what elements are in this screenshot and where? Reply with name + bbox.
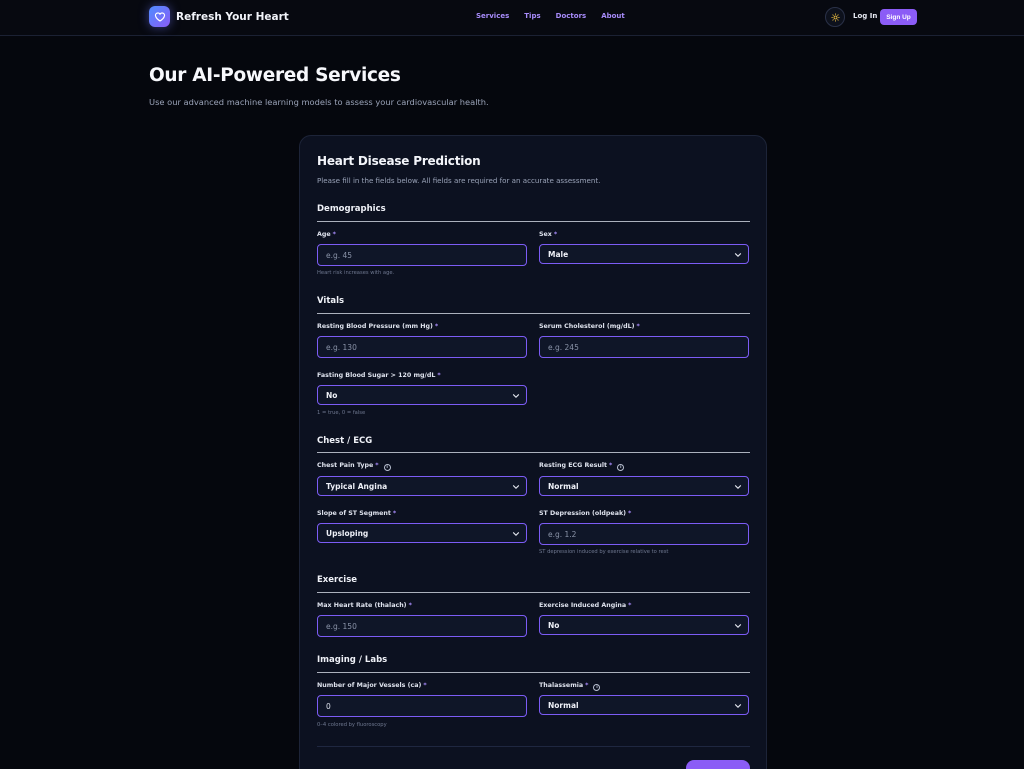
- blood-pressure-input[interactable]: [317, 336, 527, 358]
- fbs-label: Fasting Blood Sugar > 120 mg/dL *: [317, 372, 441, 379]
- section-demographics: Demographics: [317, 204, 386, 214]
- heart-logo-icon: [149, 6, 170, 27]
- top-nav: Refresh Your Heart Services Tips Doctors…: [0, 0, 1024, 36]
- chevron-down-icon: [734, 253, 742, 257]
- sex-select[interactable]: Male: [539, 244, 749, 264]
- brand[interactable]: Refresh Your Heart: [149, 6, 289, 27]
- resting-ecg-select[interactable]: Normal: [539, 476, 749, 496]
- section-exercise: Exercise: [317, 575, 358, 585]
- age-help-text: Heart risk increases with age.: [317, 270, 395, 276]
- info-icon[interactable]: i: [617, 464, 625, 471]
- chest-pain-label: Chest Pain Type * i: [317, 462, 391, 471]
- prediction-form-card: Heart Disease Prediction Please fill in …: [299, 135, 767, 769]
- thalach-label: Max Heart Rate (thalach) *: [317, 602, 412, 609]
- sex-label: Sex *: [539, 231, 558, 238]
- signup-button[interactable]: Sign Up: [880, 9, 917, 25]
- form-subtitle: Please fill in the fields below. All fie…: [317, 176, 601, 185]
- nav-links: Services Tips Doctors About: [476, 12, 625, 20]
- page-title: Our AI-Powered Services: [149, 65, 401, 86]
- chest-pain-select[interactable]: Typical Angina: [317, 476, 527, 496]
- chevron-down-icon: [512, 532, 520, 536]
- section-divider: [317, 221, 750, 222]
- brand-name: Refresh Your Heart: [176, 10, 289, 23]
- st-slope-select[interactable]: Upsloping: [317, 523, 527, 543]
- section-vitals: Vitals: [317, 296, 345, 306]
- chest-pain-value: Typical Angina: [326, 481, 388, 491]
- fasting-blood-sugar-select[interactable]: No: [317, 385, 527, 405]
- age-input[interactable]: [317, 244, 527, 266]
- chevron-down-icon: [734, 704, 742, 708]
- info-icon[interactable]: i: [383, 464, 391, 471]
- form-title: Heart Disease Prediction: [317, 154, 481, 168]
- ca-help-text: 0–4 colored by fluoroscopy: [317, 722, 387, 728]
- major-vessels-input[interactable]: [317, 695, 527, 717]
- bp-label: Resting Blood Pressure (mm Hg) *: [317, 323, 439, 330]
- cholesterol-label: Serum Cholesterol (mg/dL) *: [539, 323, 640, 330]
- slope-label: Slope of ST Segment *: [317, 510, 397, 517]
- sex-value: Male: [548, 249, 569, 259]
- sun-icon: [830, 12, 840, 22]
- ecg-value: Normal: [548, 481, 579, 491]
- nav-link-services[interactable]: Services: [476, 12, 509, 20]
- nav-link-tips[interactable]: Tips: [524, 12, 540, 20]
- exang-value: No: [548, 620, 560, 630]
- section-divider: [317, 313, 750, 314]
- fbs-value: No: [326, 390, 338, 400]
- nav-link-about[interactable]: About: [601, 12, 625, 20]
- max-heart-rate-input[interactable]: [317, 615, 527, 637]
- ca-label: Number of Major Vessels (ca) *: [317, 682, 427, 689]
- thal-label: Thalassemia * i: [539, 682, 601, 691]
- section-chest-ecg: Chest / ECG: [317, 436, 373, 446]
- submit-button[interactable]: [686, 760, 750, 769]
- section-imaging-labs: Imaging / Labs: [317, 655, 388, 665]
- section-divider: [317, 672, 750, 673]
- login-link[interactable]: Log In: [853, 12, 877, 20]
- chevron-down-icon: [734, 624, 742, 628]
- ecg-label: Resting ECG Result * i: [539, 462, 625, 471]
- oldpeak-label: ST Depression (oldpeak) *: [539, 510, 632, 517]
- thalassemia-select[interactable]: Normal: [539, 695, 749, 715]
- theme-toggle-button[interactable]: [825, 7, 845, 27]
- oldpeak-input[interactable]: [539, 523, 749, 545]
- chevron-down-icon: [512, 394, 520, 398]
- chevron-down-icon: [734, 485, 742, 489]
- chevron-down-icon: [512, 485, 520, 489]
- fbs-help-text: 1 = true, 0 = false: [317, 410, 366, 416]
- exercise-angina-select[interactable]: No: [539, 615, 749, 635]
- section-divider: [317, 452, 750, 453]
- exang-label: Exercise Induced Angina *: [539, 602, 632, 609]
- thal-value: Normal: [548, 700, 579, 710]
- cholesterol-input[interactable]: [539, 336, 749, 358]
- slope-value: Upsloping: [326, 528, 369, 538]
- nav-link-doctors[interactable]: Doctors: [556, 12, 587, 20]
- age-label: Age *: [317, 231, 336, 238]
- oldpeak-help-text: ST depression induced by exercise relati…: [539, 549, 669, 555]
- section-divider: [317, 592, 750, 593]
- info-icon[interactable]: i: [593, 684, 601, 691]
- page-subtitle: Use our advanced machine learning models…: [149, 97, 489, 107]
- form-footer-divider: [317, 746, 750, 747]
